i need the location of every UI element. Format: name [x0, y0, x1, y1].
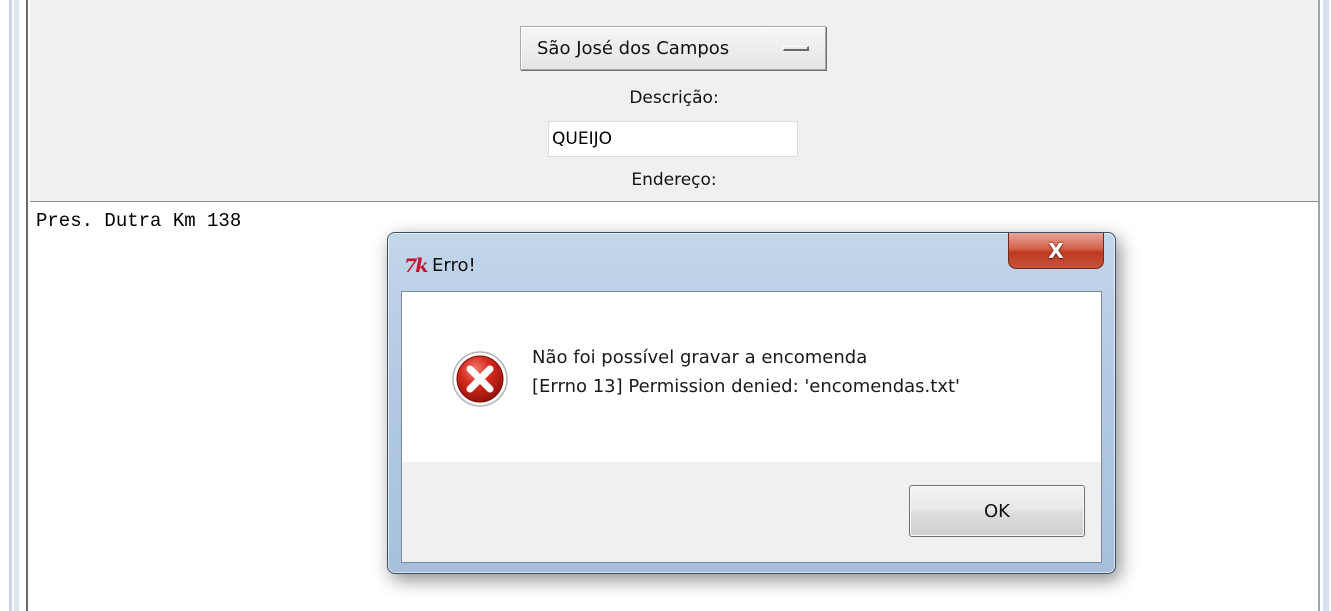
app-window: São José dos Campos Descrição: Endereço:… [0, 0, 1331, 611]
error-dialog: 7k Erro! X Não foi possível gravar a enc… [387, 232, 1116, 574]
address-label: Endereço: [631, 170, 717, 190]
dialog-title: Erro! [432, 255, 476, 276]
window-right-border [1318, 0, 1331, 611]
address-text-content: Pres. Dutra Km 138 [36, 210, 242, 232]
dialog-titlebar[interactable]: 7k Erro! X [388, 233, 1115, 291]
option-menu-indicator-icon [783, 46, 809, 51]
close-icon: X [1048, 238, 1064, 263]
message-area: Não foi possível gravar a encomenda [Err… [402, 292, 1101, 462]
error-icon [452, 351, 508, 407]
description-input[interactable] [548, 121, 798, 157]
description-label: Descrição: [629, 88, 719, 108]
window-left-border [0, 0, 28, 611]
dialog-message-line-2: [Errno 13] Permission denied: 'encomenda… [532, 376, 960, 397]
dialog-message-line-1: Não foi possível gravar a encomenda [532, 347, 868, 368]
city-option-menu-value: São José dos Campos [537, 37, 730, 59]
dialog-body: Não foi possível gravar a encomenda [Err… [401, 291, 1102, 563]
tk-feather-icon: 7k [404, 255, 428, 277]
dialog-close-button[interactable]: X [1008, 233, 1104, 269]
city-option-menu[interactable]: São José dos Campos [520, 26, 826, 70]
ok-button[interactable]: OK [909, 485, 1085, 537]
form-panel: São José dos Campos Descrição: Endereço: [30, 0, 1318, 202]
